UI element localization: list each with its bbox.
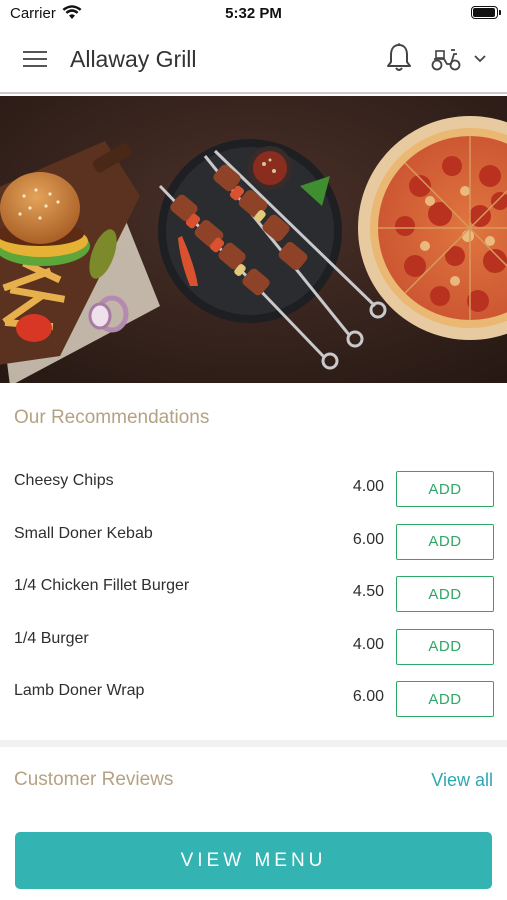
list-item: Lamb Doner Wrap 6.00 ADD: [0, 670, 507, 723]
hero-food-banner: [0, 96, 507, 383]
list-item: 1/4 Chicken Fillet Burger 4.50 ADD: [0, 565, 507, 618]
item-price: 6.00: [352, 530, 384, 548]
add-button[interactable]: ADD: [396, 628, 494, 665]
add-button[interactable]: ADD: [396, 471, 494, 507]
app-header: Allaway Grill: [0, 28, 507, 92]
hamburger-menu-icon[interactable]: [23, 49, 47, 69]
chevron-down-icon[interactable]: [472, 52, 488, 66]
list-item: Small Doner Kebab 6.00 ADD: [0, 513, 507, 566]
restaurant-title: Allaway Grill: [70, 46, 197, 72]
delivery-scooter-icon[interactable]: [430, 46, 462, 72]
item-name: 1/4 Burger: [14, 629, 89, 647]
item-price: 4.00: [352, 478, 384, 495]
list-item: Cheesy Chips 4.00 ADD: [0, 460, 507, 513]
item-price: 6.00: [352, 688, 384, 705]
item-price: 4.00: [352, 635, 384, 653]
view-all-reviews-link[interactable]: View all: [431, 770, 493, 791]
recommendations-list: Cheesy Chips 4.00 ADD Small Doner Kebab …: [0, 460, 507, 723]
item-name: 1/4 Chicken Fillet Burger: [14, 577, 190, 594]
list-item: 1/4 Burger 4.00 ADD: [0, 618, 507, 671]
add-button[interactable]: ADD: [396, 681, 494, 717]
recommendations-heading: Our Recommendations: [14, 407, 210, 428]
battery-icon: [471, 6, 501, 19]
header-divider: [0, 92, 507, 94]
clock: 5:32 PM: [225, 5, 282, 22]
item-name: Cheesy Chips: [14, 472, 114, 489]
item-name: Lamb Doner Wrap: [14, 682, 145, 699]
hero-food-illustration: [0, 96, 507, 383]
item-price: 4.50: [352, 583, 384, 600]
status-bar: Carrier 5:32 PM: [0, 0, 507, 28]
add-button[interactable]: ADD: [396, 576, 494, 612]
view-menu-button[interactable]: VIEW MENU: [15, 832, 492, 889]
bell-icon[interactable]: [384, 42, 414, 74]
add-button[interactable]: ADD: [396, 523, 494, 560]
customer-reviews-heading: Customer Reviews: [14, 769, 174, 790]
section-divider: [0, 740, 507, 747]
item-name: Small Doner Kebab: [14, 524, 153, 542]
